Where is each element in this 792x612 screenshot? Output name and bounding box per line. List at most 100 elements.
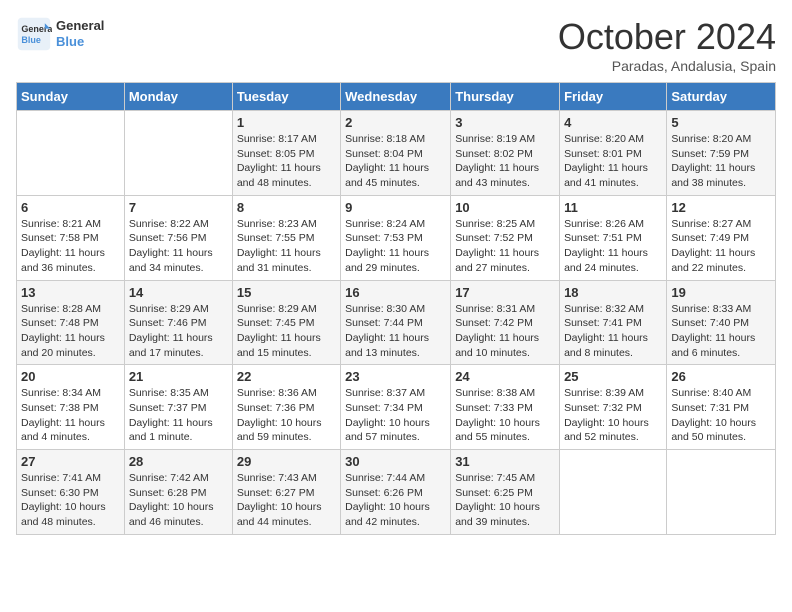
- logo: General Blue General Blue: [16, 16, 104, 52]
- day-number: 13: [21, 285, 120, 300]
- calendar-cell: 31 Sunrise: 7:45 AM Sunset: 6:25 PM Dayli…: [451, 450, 560, 535]
- calendar-cell: 15 Sunrise: 8:29 AM Sunset: 7:45 PM Dayli…: [232, 280, 340, 365]
- day-info: Sunrise: 8:22 AM Sunset: 7:56 PM Dayligh…: [129, 217, 228, 276]
- logo-text-line1: General: [56, 18, 104, 34]
- page-header: General Blue General Blue October 2024 P…: [16, 16, 776, 74]
- calendar-cell: 7Sunrise: 8:22 AM Sunset: 7:56 PM Daylig…: [124, 195, 232, 280]
- day-info: Sunrise: 8:36 AM Sunset: 7:36 PM Dayligh…: [237, 386, 336, 445]
- day-info: Sunrise: 8:29 AM Sunset: 7:46 PM Dayligh…: [129, 302, 228, 361]
- calendar-cell: [560, 450, 667, 535]
- calendar-cell: 22Sunrise: 8:36 AM Sunset: 7:36 PM Dayli…: [232, 365, 340, 450]
- week-row-5: 27 Sunrise: 7:41 AM Sunset: 6:30 PM Dayli…: [17, 450, 776, 535]
- calendar-cell: 12 Sunrise: 8:27 AM Sunset: 7:49 PM Dayli…: [667, 195, 776, 280]
- calendar-cell: 9Sunrise: 8:24 AM Sunset: 7:53 PM Daylig…: [341, 195, 451, 280]
- calendar-cell: 19Sunrise: 8:33 AM Sunset: 7:40 PM Dayli…: [667, 280, 776, 365]
- day-number: 5: [671, 115, 771, 130]
- day-info: Sunrise: 8:38 AM Sunset: 7:33 PM Dayligh…: [455, 386, 555, 445]
- day-number: 2: [345, 115, 446, 130]
- calendar-cell: 25 Sunrise: 8:39 AM Sunset: 7:32 PM Dayli…: [560, 365, 667, 450]
- day-info: Sunrise: 8:34 AM Sunset: 7:38 PM Dayligh…: [21, 386, 120, 445]
- calendar-cell: 13 Sunrise: 8:28 AM Sunset: 7:48 PM Dayli…: [17, 280, 125, 365]
- day-number: 14: [129, 285, 228, 300]
- calendar-cell: 2 Sunrise: 8:18 AM Sunset: 8:04 PM Daylig…: [341, 111, 451, 196]
- calendar-cell: 30 Sunrise: 7:44 AM Sunset: 6:26 PM Dayli…: [341, 450, 451, 535]
- day-info: Sunrise: 8:33 AM Sunset: 7:40 PM Dayligh…: [671, 302, 771, 361]
- day-info: Sunrise: 8:24 AM Sunset: 7:53 PM Dayligh…: [345, 217, 446, 276]
- location-subtitle: Paradas, Andalusia, Spain: [558, 58, 776, 74]
- calendar-cell: 17 Sunrise: 8:31 AM Sunset: 7:42 PM Dayli…: [451, 280, 560, 365]
- weekday-header-saturday: Saturday: [667, 83, 776, 111]
- day-info: Sunrise: 7:45 AM Sunset: 6:25 PM Dayligh…: [455, 471, 555, 530]
- week-row-4: 20 Sunrise: 8:34 AM Sunset: 7:38 PM Dayli…: [17, 365, 776, 450]
- day-info: Sunrise: 8:35 AM Sunset: 7:37 PM Dayligh…: [129, 386, 228, 445]
- day-number: 30: [345, 454, 446, 469]
- logo-icon: General Blue: [16, 16, 52, 52]
- day-info: Sunrise: 8:23 AM Sunset: 7:55 PM Dayligh…: [237, 217, 336, 276]
- calendar-cell: 10Sunrise: 8:25 AM Sunset: 7:52 PM Dayli…: [451, 195, 560, 280]
- day-info: Sunrise: 8:21 AM Sunset: 7:58 PM Dayligh…: [21, 217, 120, 276]
- day-number: 25: [564, 369, 662, 384]
- day-number: 12: [671, 200, 771, 215]
- weekday-header-tuesday: Tuesday: [232, 83, 340, 111]
- calendar-cell: 28 Sunrise: 7:42 AM Sunset: 6:28 PM Dayli…: [124, 450, 232, 535]
- day-number: 21: [129, 369, 228, 384]
- day-number: 6: [21, 200, 120, 215]
- calendar-cell: 20 Sunrise: 8:34 AM Sunset: 7:38 PM Dayli…: [17, 365, 125, 450]
- day-number: 17: [455, 285, 555, 300]
- day-info: Sunrise: 8:32 AM Sunset: 7:41 PM Dayligh…: [564, 302, 662, 361]
- week-row-2: 6 Sunrise: 8:21 AM Sunset: 7:58 PM Daylig…: [17, 195, 776, 280]
- day-info: Sunrise: 7:43 AM Sunset: 6:27 PM Dayligh…: [237, 471, 336, 530]
- day-number: 31: [455, 454, 555, 469]
- calendar-cell: 1Sunrise: 8:17 AM Sunset: 8:05 PM Daylig…: [232, 111, 340, 196]
- svg-text:General: General: [21, 24, 52, 34]
- day-number: 3: [455, 115, 555, 130]
- day-info: Sunrise: 8:27 AM Sunset: 7:49 PM Dayligh…: [671, 217, 771, 276]
- day-info: Sunrise: 8:20 AM Sunset: 8:01 PM Dayligh…: [564, 132, 662, 191]
- calendar-cell: 18 Sunrise: 8:32 AM Sunset: 7:41 PM Dayli…: [560, 280, 667, 365]
- day-info: Sunrise: 8:31 AM Sunset: 7:42 PM Dayligh…: [455, 302, 555, 361]
- day-info: Sunrise: 8:29 AM Sunset: 7:45 PM Dayligh…: [237, 302, 336, 361]
- day-info: Sunrise: 8:18 AM Sunset: 8:04 PM Dayligh…: [345, 132, 446, 191]
- day-info: Sunrise: 8:17 AM Sunset: 8:05 PM Dayligh…: [237, 132, 336, 191]
- logo-text-line2: Blue: [56, 34, 104, 50]
- weekday-header-thursday: Thursday: [451, 83, 560, 111]
- day-info: Sunrise: 8:19 AM Sunset: 8:02 PM Dayligh…: [455, 132, 555, 191]
- day-info: Sunrise: 7:44 AM Sunset: 6:26 PM Dayligh…: [345, 471, 446, 530]
- calendar-cell: 26Sunrise: 8:40 AM Sunset: 7:31 PM Dayli…: [667, 365, 776, 450]
- month-title: October 2024: [558, 16, 776, 58]
- calendar-cell: 11 Sunrise: 8:26 AM Sunset: 7:51 PM Dayli…: [560, 195, 667, 280]
- calendar-cell: 3 Sunrise: 8:19 AM Sunset: 8:02 PM Daylig…: [451, 111, 560, 196]
- day-number: 20: [21, 369, 120, 384]
- day-number: 11: [564, 200, 662, 215]
- calendar-cell: 5Sunrise: 8:20 AM Sunset: 7:59 PM Daylig…: [667, 111, 776, 196]
- day-number: 28: [129, 454, 228, 469]
- weekday-header-friday: Friday: [560, 83, 667, 111]
- day-info: Sunrise: 8:39 AM Sunset: 7:32 PM Dayligh…: [564, 386, 662, 445]
- calendar-cell: 29 Sunrise: 7:43 AM Sunset: 6:27 PM Dayli…: [232, 450, 340, 535]
- day-number: 27: [21, 454, 120, 469]
- day-number: 26: [671, 369, 771, 384]
- day-info: Sunrise: 7:42 AM Sunset: 6:28 PM Dayligh…: [129, 471, 228, 530]
- day-number: 15: [237, 285, 336, 300]
- weekday-header-monday: Monday: [124, 83, 232, 111]
- day-number: 29: [237, 454, 336, 469]
- day-number: 10: [455, 200, 555, 215]
- weekday-header-wednesday: Wednesday: [341, 83, 451, 111]
- calendar-cell: 27 Sunrise: 7:41 AM Sunset: 6:30 PM Dayli…: [17, 450, 125, 535]
- day-info: Sunrise: 8:26 AM Sunset: 7:51 PM Dayligh…: [564, 217, 662, 276]
- day-number: 18: [564, 285, 662, 300]
- day-info: Sunrise: 8:30 AM Sunset: 7:44 PM Dayligh…: [345, 302, 446, 361]
- week-row-1: 1Sunrise: 8:17 AM Sunset: 8:05 PM Daylig…: [17, 111, 776, 196]
- calendar-cell: 4Sunrise: 8:20 AM Sunset: 8:01 PM Daylig…: [560, 111, 667, 196]
- calendar-cell: 6 Sunrise: 8:21 AM Sunset: 7:58 PM Daylig…: [17, 195, 125, 280]
- day-info: Sunrise: 8:28 AM Sunset: 7:48 PM Dayligh…: [21, 302, 120, 361]
- weekday-header-row: SundayMondayTuesdayWednesdayThursdayFrid…: [17, 83, 776, 111]
- day-info: Sunrise: 7:41 AM Sunset: 6:30 PM Dayligh…: [21, 471, 120, 530]
- calendar-cell: 23Sunrise: 8:37 AM Sunset: 7:34 PM Dayli…: [341, 365, 451, 450]
- calendar-table: SundayMondayTuesdayWednesdayThursdayFrid…: [16, 82, 776, 535]
- calendar-cell: 21 Sunrise: 8:35 AM Sunset: 7:37 PM Dayli…: [124, 365, 232, 450]
- calendar-cell: [667, 450, 776, 535]
- calendar-cell: 8Sunrise: 8:23 AM Sunset: 7:55 PM Daylig…: [232, 195, 340, 280]
- title-block: October 2024 Paradas, Andalusia, Spain: [558, 16, 776, 74]
- day-info: Sunrise: 8:37 AM Sunset: 7:34 PM Dayligh…: [345, 386, 446, 445]
